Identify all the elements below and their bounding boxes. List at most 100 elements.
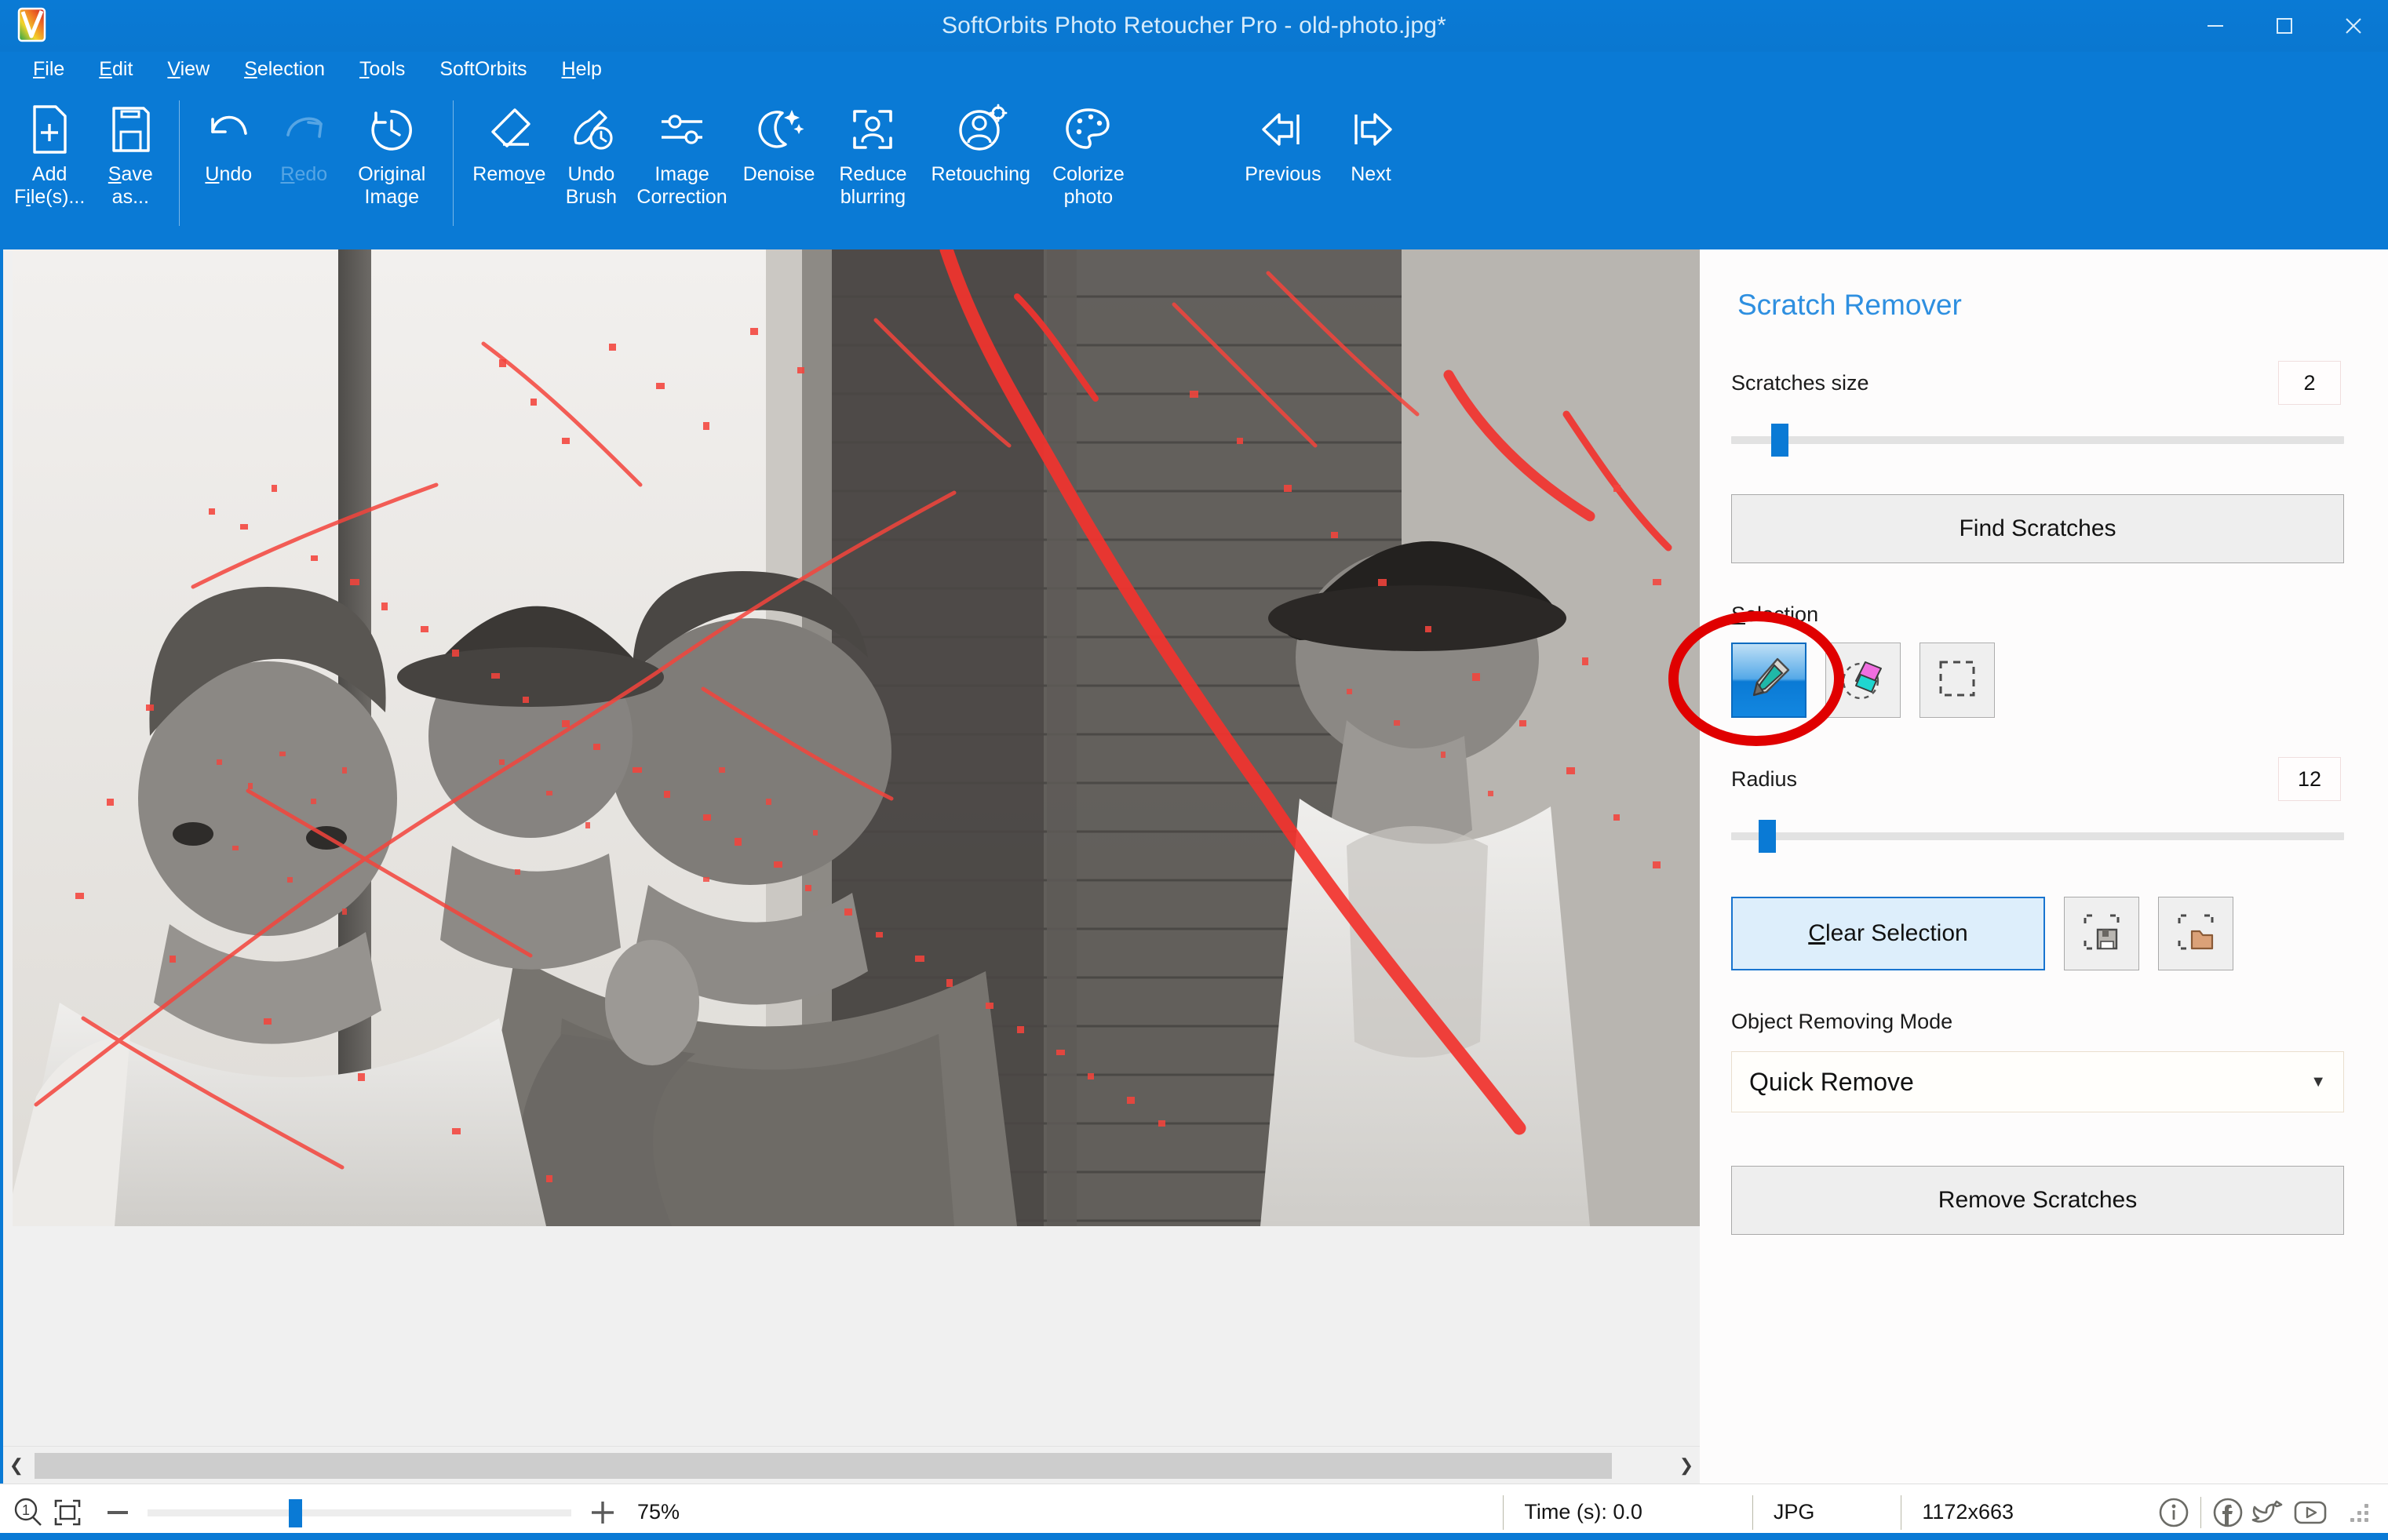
rectangle-select-tool-button[interactable] <box>1920 643 1995 718</box>
zoom-slider[interactable] <box>148 1498 571 1527</box>
application-window: SoftOrbits Photo Retoucher Pro - old-pho… <box>0 0 2388 1540</box>
fit-to-screen-icon[interactable] <box>50 1495 85 1530</box>
eraser-icon <box>483 104 535 155</box>
menu-bar: File Edit View Selection Tools SoftOrbit… <box>0 52 2388 86</box>
object-removing-mode-label: Object Removing Mode <box>1731 1010 1953 1033</box>
zoom-slider-thumb[interactable] <box>289 1498 302 1527</box>
selection-tools <box>1668 611 2344 746</box>
scratches-size-slider[interactable] <box>1731 422 2344 458</box>
next-label: Next <box>1351 163 1391 185</box>
load-selection-icon <box>2173 909 2218 959</box>
undo-label: Undo <box>205 163 253 185</box>
original-image-label: Original Image <box>358 163 426 208</box>
social-links <box>2155 1494 2388 1531</box>
find-scratches-button[interactable]: Find Scratches <box>1731 494 2344 563</box>
image-dimensions-label: 1172x663 <box>1922 1500 2014 1524</box>
denoise-button[interactable]: Denoise <box>735 93 823 234</box>
marquee-icon <box>1933 654 1981 707</box>
horizontal-scrollbar[interactable]: ❮ ❯ <box>3 1446 1700 1484</box>
window-title: SoftOrbits Photo Retoucher Pro - old-pho… <box>941 13 1447 38</box>
clear-selection-button[interactable]: Clear Selection <box>1731 897 2045 970</box>
redo-button: Redo <box>266 93 341 234</box>
remove-label: Remove <box>472 163 546 185</box>
slider-track <box>1731 832 2344 840</box>
scratches-size-value[interactable]: 2 <box>2278 361 2341 405</box>
eraser-selection-tool-button[interactable] <box>1825 643 1901 718</box>
minus-icon[interactable] <box>102 1497 133 1528</box>
menu-item-file[interactable]: File <box>16 52 82 86</box>
zoom-slider-track <box>148 1509 571 1516</box>
previous-button[interactable]: Previous <box>1233 93 1333 234</box>
image-canvas[interactable] <box>3 249 1700 1446</box>
undo-brush-button[interactable]: Undo Brush <box>553 93 629 234</box>
image-correction-button[interactable]: Image Correction <box>629 93 735 234</box>
add-files-label: Add File(s)... <box>14 163 86 208</box>
canvas-panel: ❮ ❯ <box>0 249 1700 1484</box>
focus-person-icon <box>845 104 900 155</box>
svg-text:1: 1 <box>22 1502 30 1518</box>
save-selection-button[interactable] <box>2064 897 2139 970</box>
denoise-label: Denoise <box>742 163 815 185</box>
radius-slider[interactable] <box>1731 818 2344 854</box>
processing-time-label: Time (s): 0.0 <box>1524 1500 1642 1524</box>
retouching-button[interactable]: Retouching <box>923 93 1037 234</box>
file-format-label: JPG <box>1773 1500 1815 1524</box>
add-file-icon <box>25 104 74 155</box>
remove-button[interactable]: Remove <box>465 93 553 234</box>
arrow-left-icon <box>1256 104 1311 155</box>
reduce-blurring-button[interactable]: Reduce blurring <box>822 93 923 234</box>
minimize-icon[interactable] <box>2181 0 2250 52</box>
load-selection-button[interactable] <box>2158 897 2233 970</box>
slider-thumb[interactable] <box>1759 820 1777 853</box>
zoom-percent-label: 75% <box>637 1500 680 1524</box>
twitter-icon[interactable] <box>2250 1494 2288 1531</box>
person-gear-icon <box>953 104 1009 155</box>
undo-brush-icon <box>565 104 617 155</box>
previous-label: Previous <box>1245 163 1322 185</box>
undo-button[interactable]: Undo <box>191 93 266 234</box>
marker-pen-tool-button[interactable] <box>1668 611 1844 746</box>
menu-item-tools[interactable]: Tools <box>342 52 422 86</box>
remove-scratches-button[interactable]: Remove Scratches <box>1731 1166 2344 1235</box>
resize-grip-icon[interactable] <box>2347 1499 2374 1526</box>
chevron-right-icon[interactable]: ❯ <box>1673 1447 1700 1484</box>
menu-item-edit[interactable]: Edit <box>82 52 150 86</box>
original-image-button[interactable]: Original Image <box>341 93 442 234</box>
menu-item-selection[interactable]: Selection <box>227 52 342 86</box>
add-files-button[interactable]: Add File(s)... <box>6 93 93 234</box>
title-bar: SoftOrbits Photo Retoucher Pro - old-pho… <box>0 0 2388 52</box>
next-button[interactable]: Next <box>1333 93 1409 234</box>
slider-thumb[interactable] <box>1770 424 1788 457</box>
undo-icon <box>202 104 255 155</box>
info-icon[interactable] <box>2155 1494 2193 1531</box>
save-as-button[interactable]: Save as... <box>93 93 168 234</box>
maximize-icon[interactable] <box>2250 0 2319 52</box>
zoom-actual-size-icon[interactable]: 1 <box>11 1495 46 1530</box>
toolbar-separator <box>453 100 454 226</box>
undo-brush-label: Undo Brush <box>565 163 618 208</box>
radius-label: Radius <box>1731 766 1798 791</box>
radius-value[interactable]: 12 <box>2278 757 2341 801</box>
menu-item-help[interactable]: Help <box>545 52 619 86</box>
colorize-photo-label: Colorize photo <box>1052 163 1125 208</box>
facebook-icon[interactable] <box>2209 1494 2247 1531</box>
chevron-left-icon[interactable]: ❮ <box>3 1447 30 1484</box>
scratch-remover-panel: Scratch Remover Scratches size 2 Find Sc… <box>1668 249 2388 1484</box>
selection-label: Selection <box>1731 603 1819 626</box>
scratches-size-row: Scratches size 2 <box>1731 361 2344 405</box>
arrow-right-icon <box>1343 104 1398 155</box>
photo-with-scratch-overlay[interactable] <box>13 249 1700 1226</box>
panel-title: Scratch Remover <box>1737 289 1962 321</box>
scrollbar-thumb[interactable] <box>35 1452 1612 1479</box>
eraser-selection-icon <box>1837 653 1889 708</box>
object-removing-mode-select[interactable]: Quick Remove ▼ <box>1731 1051 2344 1112</box>
workspace: ❮ ❯ Scratch Remover Scratches size 2 Fin… <box>0 249 2388 1484</box>
scrollbar-track[interactable] <box>30 1449 1673 1481</box>
plus-icon[interactable] <box>585 1495 620 1530</box>
youtube-icon[interactable] <box>2291 1494 2330 1531</box>
close-icon[interactable] <box>2319 0 2388 52</box>
menu-item-view[interactable]: View <box>150 52 227 86</box>
reduce-blurring-label: Reduce blurring <box>839 163 907 208</box>
menu-item-softorbits[interactable]: SoftOrbits <box>422 52 544 86</box>
colorize-photo-button[interactable]: Colorize photo <box>1038 93 1139 234</box>
